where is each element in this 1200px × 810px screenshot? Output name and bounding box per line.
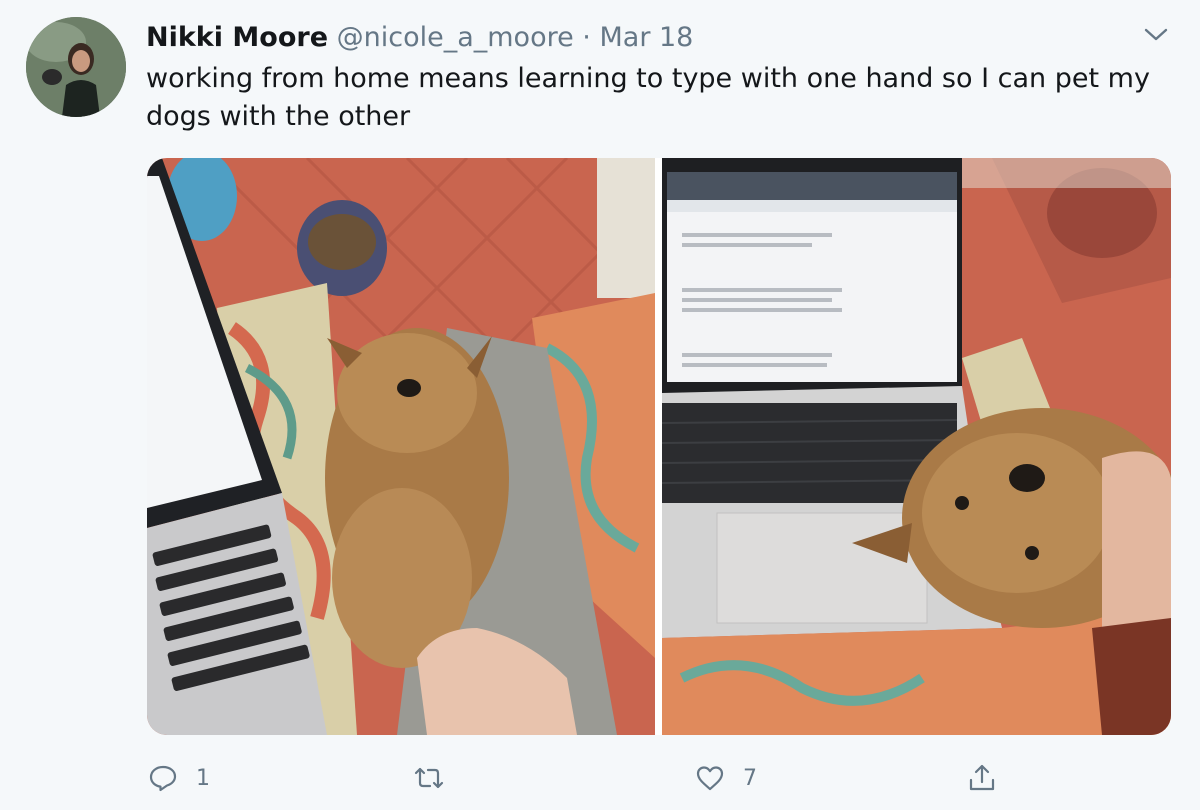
tweet-header: Nikki Moore @nicole_a_moore · Mar 18	[146, 20, 693, 56]
reply-button[interactable]: 1	[148, 758, 210, 798]
more-options-chevron-down-icon[interactable]	[1141, 22, 1171, 48]
tweet-actions: 1 7	[0, 758, 1200, 798]
reply-count: 1	[196, 765, 210, 791]
tweet-text: working from home means learning to type…	[146, 63, 1150, 132]
media-photo-2[interactable]	[662, 158, 1171, 735]
heart-icon	[695, 763, 725, 793]
tweet-media[interactable]	[147, 158, 1171, 735]
author-name[interactable]: Nikki Moore	[146, 22, 328, 53]
separator-dot: ·	[582, 22, 591, 53]
like-button[interactable]: 7	[695, 758, 757, 798]
retweet-button[interactable]	[414, 758, 462, 798]
tweet-date[interactable]: Mar 18	[599, 22, 693, 53]
avatar-photo	[26, 17, 126, 117]
like-count: 7	[743, 765, 757, 791]
avatar[interactable]	[26, 17, 126, 117]
retweet-icon	[414, 763, 444, 793]
author-handle[interactable]: @nicole_a_moore	[337, 22, 574, 53]
reply-icon	[148, 763, 178, 793]
share-icon	[967, 763, 997, 793]
media-photo-1[interactable]	[147, 158, 655, 735]
share-button[interactable]	[967, 758, 1015, 798]
